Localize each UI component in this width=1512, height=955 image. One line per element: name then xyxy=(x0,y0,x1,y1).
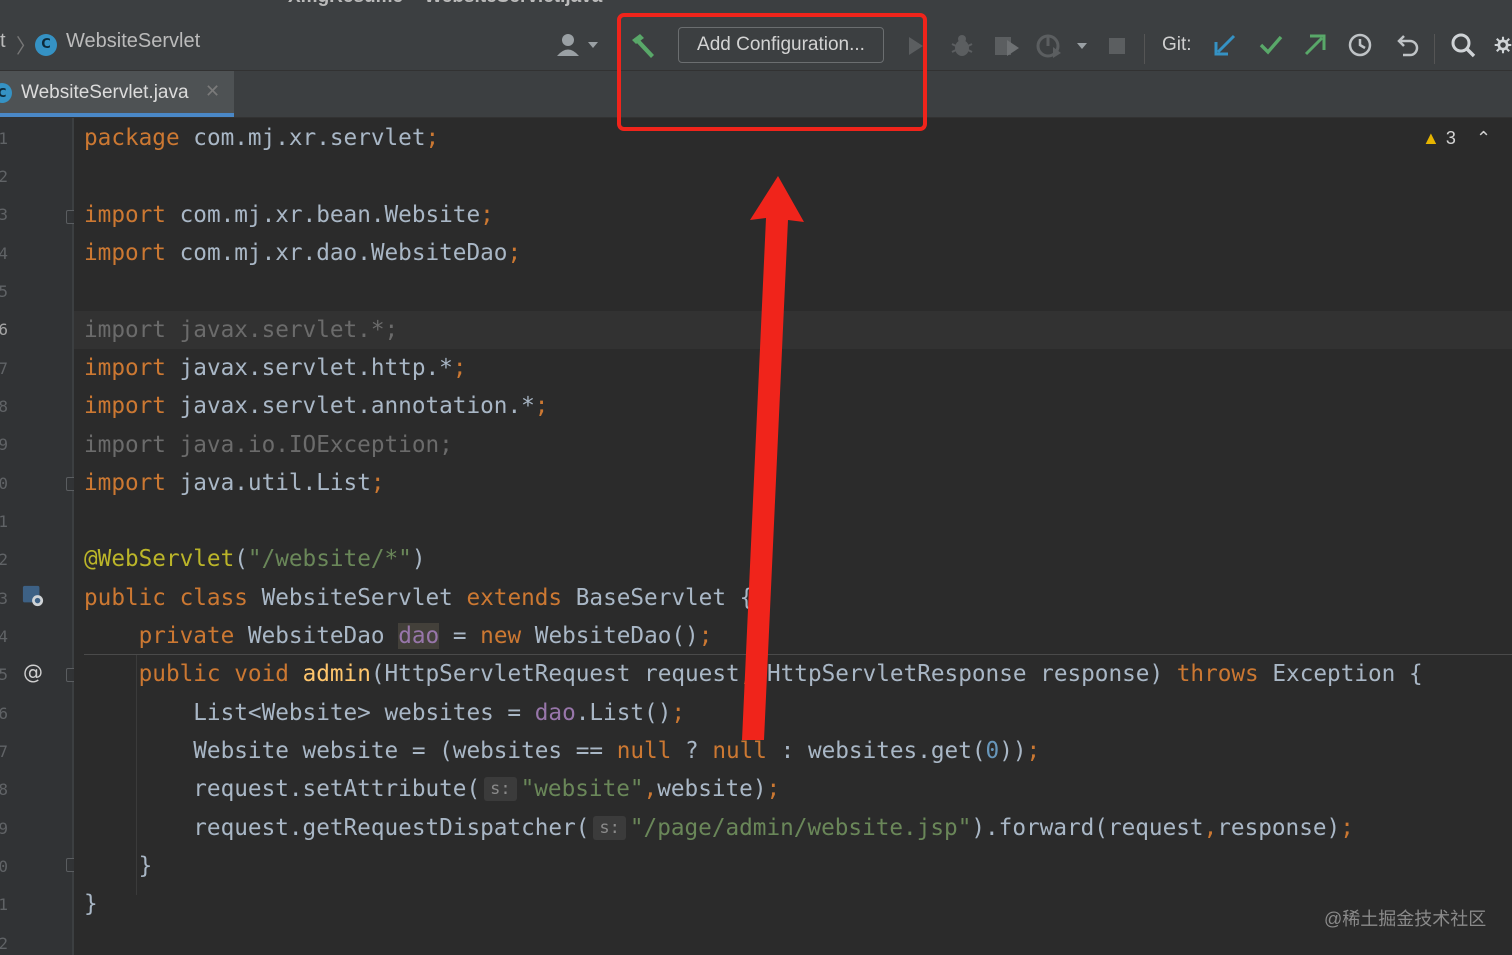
line-number: 8 xyxy=(0,397,8,416)
line-number: 5 xyxy=(0,282,8,301)
line-number: 5 xyxy=(0,665,8,684)
code-line: package com.mj.xr.servlet; xyxy=(84,125,440,151)
line-number: 9 xyxy=(0,435,8,454)
line-number: 1 xyxy=(0,512,8,531)
breadcrumb-current[interactable]: WebsiteServlet xyxy=(66,30,200,53)
search-icon[interactable] xyxy=(1448,30,1478,60)
line-number: 4 xyxy=(0,627,8,646)
tab-website-servlet[interactable]: C WebsiteServlet.java ✕ xyxy=(0,71,234,117)
line-number: 8 xyxy=(0,780,8,799)
git-label: Git: xyxy=(1162,34,1192,55)
param-hint: s: xyxy=(593,816,626,840)
code-line: @WebServlet("/website/*") xyxy=(84,546,426,572)
breadcrumb-separator: 〉 xyxy=(16,34,36,58)
line-number: 2 xyxy=(0,167,8,186)
code-line: request.getRequestDispatcher(s: "/page/ad… xyxy=(84,815,1354,841)
param-hint: s: xyxy=(484,777,517,801)
code-line: } xyxy=(84,891,98,917)
line-number: 0 xyxy=(0,474,8,493)
line-number: 6 xyxy=(0,704,8,723)
code-line: import javax.servlet.annotation.*; xyxy=(84,393,549,419)
code-line: } xyxy=(84,853,153,879)
servlet-run-icon[interactable] xyxy=(22,585,44,607)
warning-icon: ▲ xyxy=(1422,128,1440,148)
editor-gutter: 1 2 3 4 5 6 7 8 9 0 1 2 3 4 5 6 7 8 9 0 … xyxy=(0,118,72,955)
ide-window: XmgResume – WebsiteServlet.java t 〉 C We… xyxy=(0,0,1512,955)
line-number: 3 xyxy=(0,205,8,224)
close-icon[interactable]: ✕ xyxy=(205,81,220,102)
override-icon[interactable]: @ xyxy=(22,660,44,684)
profile-icon[interactable] xyxy=(1034,32,1090,60)
git-commit-icon[interactable] xyxy=(1256,30,1286,60)
code-line: import com.mj.xr.bean.Website; xyxy=(84,202,494,228)
code-line: public void admin(HttpServletRequest req… xyxy=(138,661,1423,687)
code-line: import javax.servlet.*; xyxy=(84,317,399,343)
rollback-icon[interactable] xyxy=(1392,30,1422,60)
code-line: request.setAttribute(s: "website",website… xyxy=(84,776,781,802)
line-number: 6 xyxy=(0,320,8,339)
user-icon[interactable] xyxy=(553,30,601,60)
code-line: import com.mj.xr.dao.WebsiteDao; xyxy=(84,240,522,266)
toolbar-divider xyxy=(1434,34,1435,64)
code-line: import java.io.IOException; xyxy=(84,432,453,458)
code-line: public class WebsiteServlet extends Base… xyxy=(84,585,754,611)
title-bar: XmgResume – WebsiteServlet.java xyxy=(0,0,1512,8)
line-number: 7 xyxy=(0,742,8,761)
tab-label: WebsiteServlet.java xyxy=(21,82,189,103)
history-icon[interactable] xyxy=(1345,30,1375,60)
stop-icon[interactable] xyxy=(1105,34,1129,58)
code-line: import javax.servlet.http.*; xyxy=(84,355,467,381)
line-number: 2 xyxy=(0,550,8,569)
git-push-icon[interactable] xyxy=(1300,30,1330,60)
code-line: Website website = (websites == null ? nu… xyxy=(84,738,1041,764)
line-number: 2 xyxy=(0,934,8,953)
line-number: 7 xyxy=(0,359,8,378)
settings-icon[interactable] xyxy=(1494,30,1512,60)
code-line: List<Website> websites = dao.List(); xyxy=(84,700,686,726)
git-update-icon[interactable] xyxy=(1210,30,1240,60)
debug-icon[interactable] xyxy=(948,32,976,60)
coverage-icon[interactable] xyxy=(992,32,1022,60)
chevron-up-icon[interactable]: ⌃ xyxy=(1476,128,1491,149)
line-number: 1 xyxy=(0,129,8,148)
breadcrumb-prev[interactable]: t xyxy=(0,30,6,53)
line-number: 3 xyxy=(0,589,8,608)
line-number: 9 xyxy=(0,819,8,838)
class-icon: C xyxy=(35,34,57,56)
code-line: private WebsiteDao dao = new WebsiteDao(… xyxy=(138,623,713,649)
line-number: 0 xyxy=(0,857,8,876)
inspection-widget[interactable]: ▲ 3 xyxy=(1422,128,1456,149)
toolbar-divider xyxy=(1144,34,1145,64)
line-number: 4 xyxy=(0,244,8,263)
line-number: 1 xyxy=(0,895,8,914)
watermark: @稀土掘金技术社区 xyxy=(1324,909,1487,929)
annotation-highlight-box xyxy=(617,13,927,131)
warning-count: 3 xyxy=(1445,128,1456,148)
code-line: import java.util.List; xyxy=(84,470,385,496)
class-icon: C xyxy=(0,83,12,103)
window-title: XmgResume – WebsiteServlet.java xyxy=(288,0,602,8)
